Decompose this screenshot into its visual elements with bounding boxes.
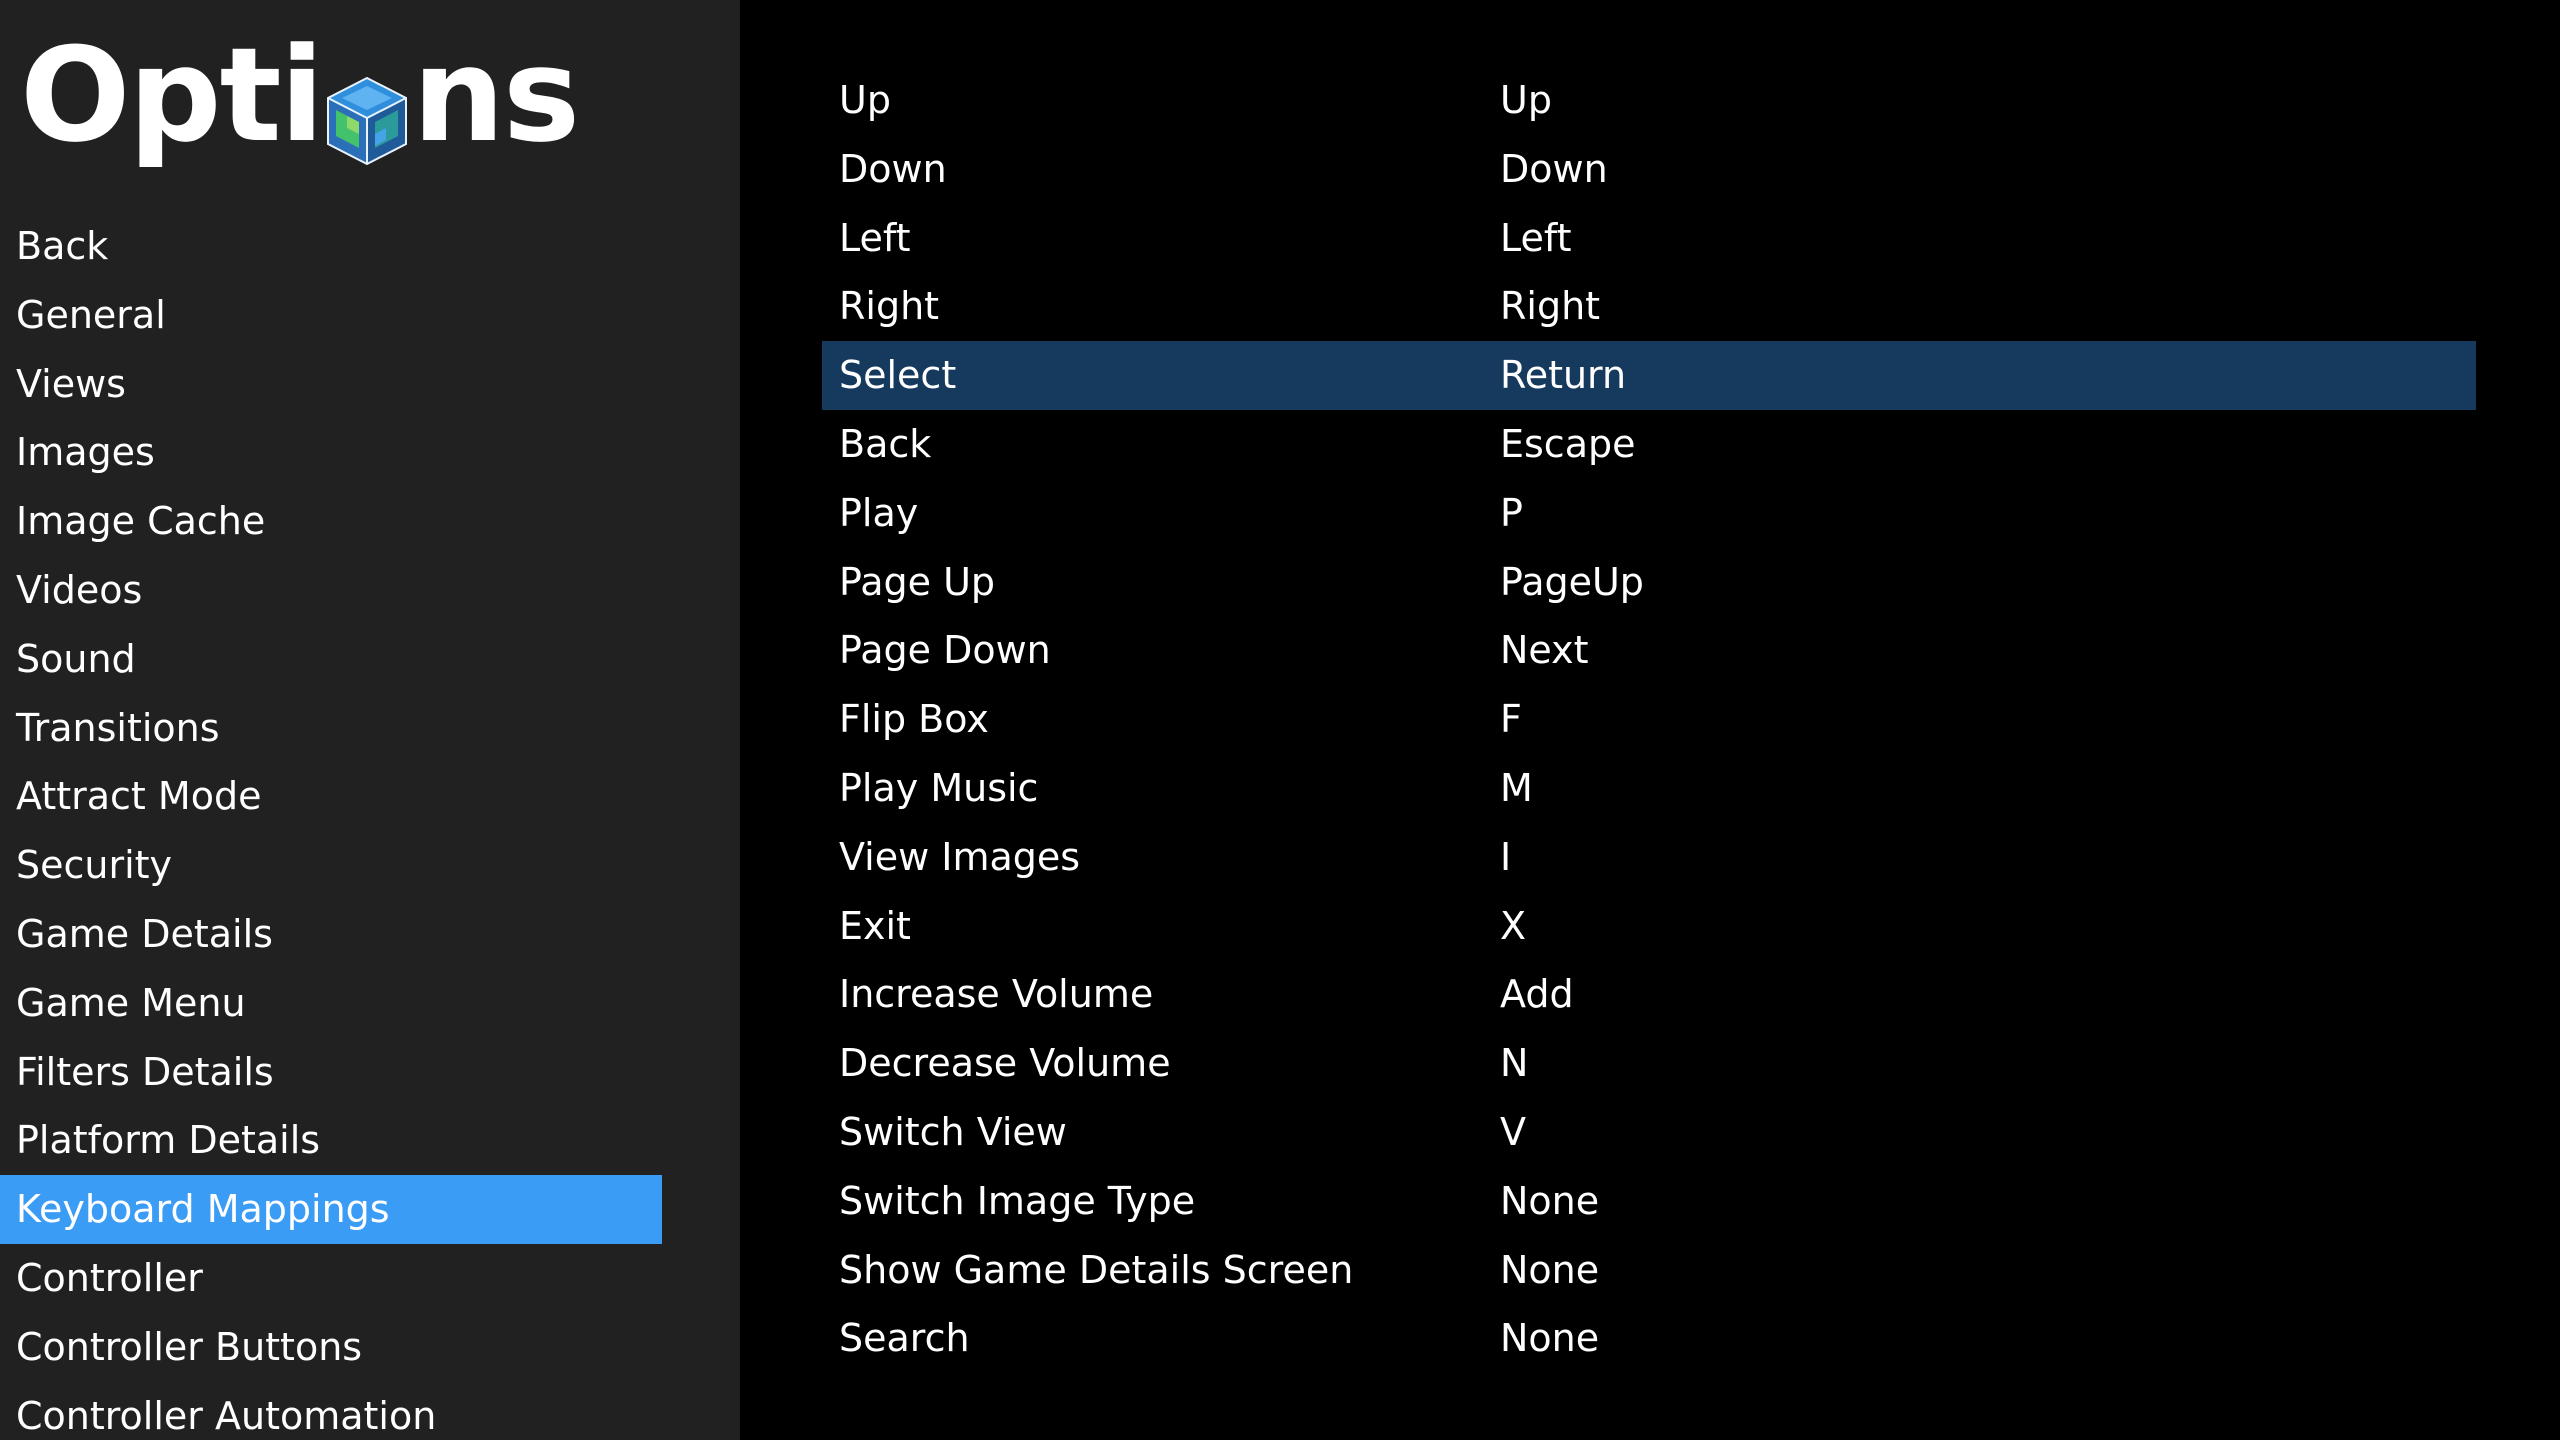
mapping-action-label: View Images [839,834,1081,879]
options-screen: Opti ns Back General Views Images Image Cach… [0,0,2560,1440]
mapping-key-value: X [1500,903,1527,948]
sidebar-item-keyboard-mappings[interactable]: Keyboard Mappings [0,1175,662,1244]
sidebar-item-filters-details[interactable]: Filters Details [0,1038,662,1107]
sidebar-item-game-menu[interactable]: Game Menu [0,969,662,1038]
mapping-action-label: Page Up [839,559,996,604]
mapping-row[interactable]: Play Music M [822,754,2476,823]
mapping-action-label: Search [839,1316,970,1361]
mapping-key-value: Right [1500,284,1601,329]
mapping-key-value: Next [1500,628,1589,673]
mapping-row[interactable]: View Images I [822,823,2476,892]
mapping-key-value: Left [1500,215,1572,260]
sidebar-item-image-cache[interactable]: Image Cache [0,487,662,556]
mapping-row[interactable]: Search None [822,1304,2476,1373]
sidebar-item-transitions[interactable]: Transitions [0,694,662,763]
mapping-key-value: N [1500,1041,1529,1086]
mapping-action-label: Right [839,284,940,329]
title-prefix: Opti [20,19,324,171]
mapping-key-value: I [1500,834,1512,879]
mapping-action-label: Flip Box [839,697,989,742]
mapping-action-label: Page Down [839,628,1051,673]
mapping-row[interactable]: Up Up [822,66,2476,135]
mapping-row[interactable]: Switch View V [822,1098,2476,1167]
sidebar-item-sound[interactable]: Sound [0,625,662,694]
cube-icon [326,56,408,166]
mapping-action-label: Show Game Details Screen [839,1247,1354,1292]
sidebar-item-platform-details[interactable]: Platform Details [0,1106,662,1175]
mapping-key-value: Return [1500,353,1627,398]
sidebar-item-controller-automation[interactable]: Controller Automation [0,1382,662,1440]
mapping-action-label: Back [839,421,932,466]
sidebar-item-game-details[interactable]: Game Details [0,900,662,969]
sidebar-item-controller[interactable]: Controller [0,1244,662,1313]
mapping-key-value: P [1500,490,1523,535]
mapping-row[interactable]: Exit X [822,892,2476,961]
mapping-action-label: Left [839,215,911,260]
mapping-action-label: Play [839,490,919,535]
mapping-key-value: V [1500,1109,1526,1154]
mapping-key-value: None [1500,1316,1600,1361]
mapping-action-label: Select [839,353,957,398]
mapping-action-label: Exit [839,903,911,948]
sidebar-item-general[interactable]: General [0,281,662,350]
mapping-row[interactable]: Page Up PageUp [822,548,2476,617]
mapping-key-value: None [1500,1247,1600,1292]
mapping-row[interactable]: Down Down [822,135,2476,204]
mapping-row[interactable]: Select Return [822,341,2476,410]
mapping-key-value: PageUp [1500,559,1644,604]
sidebar-item-controller-buttons[interactable]: Controller Buttons [0,1313,662,1382]
mapping-row[interactable]: Flip Box F [822,685,2476,754]
mapping-action-label: Up [839,78,891,122]
mapping-row[interactable]: Page Down Next [822,616,2476,685]
page-title: Opti ns [20,10,580,180]
sidebar: Opti ns Back General Views Images Image Cach… [0,0,740,1440]
mapping-row[interactable]: Back Escape [822,410,2476,479]
mapping-action-label: Decrease Volume [839,1041,1171,1086]
sidebar-menu: Back General Views Images Image Cache Videos S… [0,212,662,1440]
mapping-row[interactable]: Increase Volume Add [822,960,2476,1029]
mapping-action-label: Play Music [839,765,1039,810]
mapping-key-value: Up [1500,78,1552,122]
mapping-key-value: F [1500,697,1522,742]
title-suffix: ns [412,19,580,171]
mapping-row[interactable]: Show Game Details Screen None [822,1236,2476,1305]
mapping-row[interactable]: Right Right [822,272,2476,341]
mapping-row[interactable]: Play P [822,479,2476,548]
sidebar-item-security[interactable]: Security [0,831,662,900]
mapping-row[interactable]: Decrease Volume N [822,1029,2476,1098]
keyboard-mappings-list: Up Up Down Down Left Left Right Right Select Retu… [822,66,2476,1373]
mapping-key-value: Escape [1500,421,1636,466]
sidebar-item-attract-mode[interactable]: Attract Mode [0,762,662,831]
mapping-key-value: Add [1500,972,1574,1017]
mapping-action-label: Increase Volume [839,972,1154,1017]
sidebar-item-back[interactable]: Back [0,212,662,281]
mapping-action-label: Switch Image Type [839,1178,1196,1223]
mapping-row[interactable]: Switch Image Type None [822,1167,2476,1236]
mapping-key-value: M [1500,765,1533,810]
sidebar-item-views[interactable]: Views [0,350,662,419]
mapping-key-value: None [1500,1178,1600,1223]
sidebar-item-videos[interactable]: Videos [0,556,662,625]
mapping-key-value: Down [1500,146,1608,191]
sidebar-item-images[interactable]: Images [0,418,662,487]
mapping-row[interactable]: Left Left [822,204,2476,273]
mapping-action-label: Down [839,146,947,191]
mapping-action-label: Switch View [839,1109,1067,1154]
